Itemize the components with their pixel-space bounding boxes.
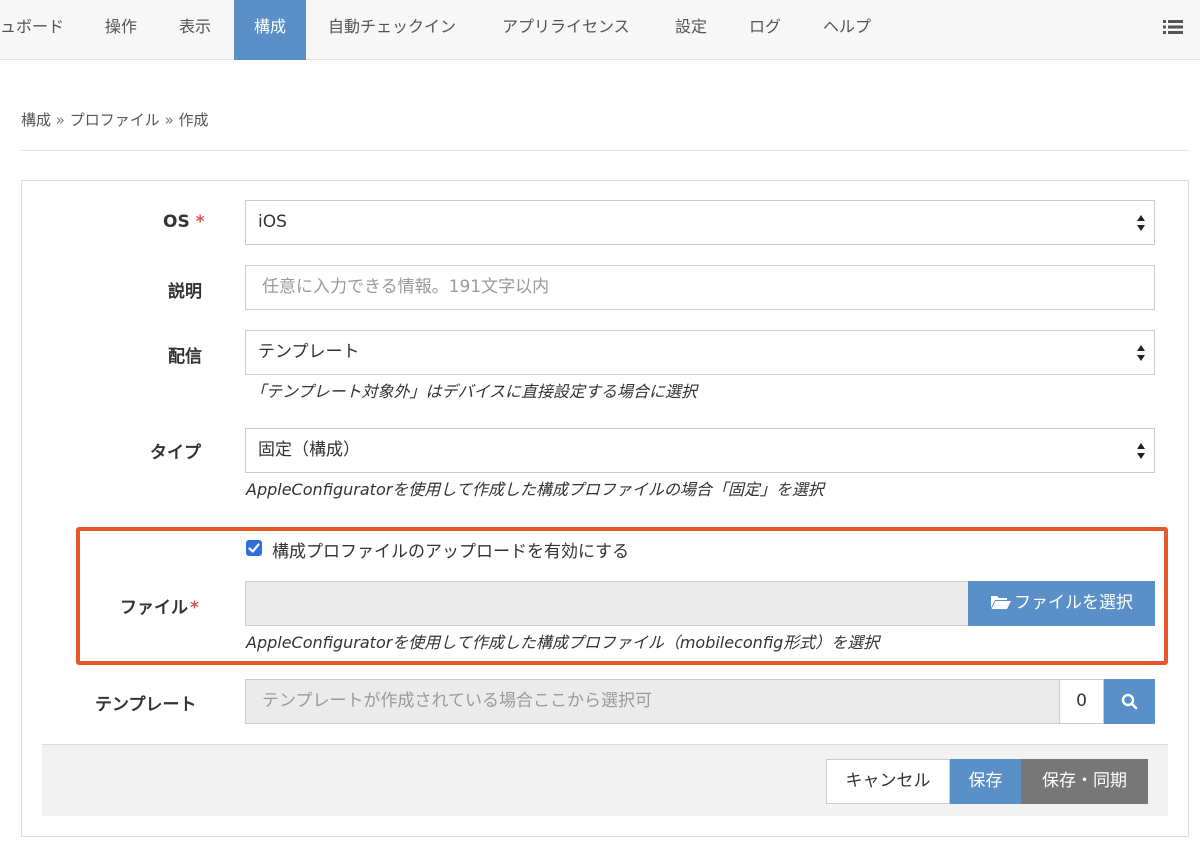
type-hint: AppleConfiguratorを使用して作成した構成プロファイルの場合「固定… — [246, 480, 824, 499]
breadcrumb-item-configuration[interactable]: 構成 — [21, 111, 51, 129]
save-button[interactable]: 保存 — [950, 759, 1021, 804]
choose-file-button[interactable]: ファイルを選択 — [968, 581, 1155, 626]
required-mark: * — [195, 212, 205, 232]
type-label: タイプ — [150, 443, 201, 463]
nav-item-auto-checkin[interactable]: 自動チェックイン — [328, 0, 456, 60]
upload-enable-label[interactable]: 構成プロファイルのアップロードを有効にする — [272, 537, 629, 562]
select-caret-icon — [1137, 443, 1145, 459]
folder-open-icon — [991, 596, 1011, 609]
search-icon — [1121, 693, 1138, 710]
nav-item-dashboard[interactable]: ュボード — [0, 0, 64, 60]
os-select[interactable]: iOS — [245, 200, 1155, 245]
breadcrumb-separator: » — [55, 111, 65, 129]
os-select-value: iOS — [258, 212, 287, 232]
breadcrumb-item-create: 作成 — [178, 111, 209, 129]
nav-item-view[interactable]: 表示 — [179, 0, 211, 60]
breadcrumb-divider — [21, 150, 1189, 151]
type-select-value: 固定（構成） — [258, 440, 360, 460]
template-input[interactable]: テンプレートが作成されている場合ここから選択可 — [245, 679, 1060, 724]
cancel-button[interactable]: キャンセル — [826, 759, 950, 804]
description-label: 説明 — [168, 282, 202, 302]
upload-enable-checkbox[interactable] — [246, 540, 262, 556]
checkmark-icon — [248, 543, 260, 553]
delivery-select[interactable]: テンプレート — [245, 330, 1155, 375]
breadcrumb: 構成 » プロファイル » 作成 — [21, 109, 209, 130]
required-mark: * — [190, 598, 199, 618]
file-hint: AppleConfiguratorを使用して作成した構成プロファイル（mobil… — [246, 633, 880, 652]
file-path-field[interactable] — [245, 581, 969, 626]
nav-item-help[interactable]: ヘルプ — [823, 0, 871, 60]
select-caret-icon — [1137, 345, 1145, 361]
delivery-select-value: テンプレート — [258, 342, 360, 362]
select-caret-icon — [1137, 215, 1145, 231]
template-label: テンプレート — [95, 695, 197, 715]
nav-item-app-license[interactable]: アプリライセンス — [502, 0, 630, 60]
delivery-label: 配信 — [168, 347, 202, 367]
type-select[interactable]: 固定（構成） — [245, 428, 1155, 473]
template-search-button[interactable] — [1104, 679, 1155, 724]
nav-item-settings[interactable]: 設定 — [675, 0, 707, 60]
file-label: ファイル * — [120, 598, 199, 618]
os-label: OS * — [163, 212, 205, 232]
top-nav: ュボード 操作 表示 構成 自動チェックイン アプリライセンス 設定 ログ ヘル… — [0, 0, 1200, 60]
save-sync-button[interactable]: 保存・同期 — [1021, 759, 1148, 804]
nav-item-configuration[interactable]: 構成 — [234, 0, 306, 60]
delivery-hint: 「テンプレート対象外」はデバイスに直接設定する場合に選択 — [250, 382, 698, 401]
nav-item-operations[interactable]: 操作 — [105, 0, 137, 60]
template-count: 0 — [1059, 679, 1104, 724]
description-input[interactable]: 任意に入力できる情報。191文字以内 — [245, 265, 1155, 310]
breadcrumb-item-profile[interactable]: プロファイル — [70, 111, 160, 129]
list-menu-icon[interactable] — [1163, 19, 1183, 35]
nav-item-log[interactable]: ログ — [749, 0, 781, 60]
breadcrumb-separator: » — [164, 111, 174, 129]
